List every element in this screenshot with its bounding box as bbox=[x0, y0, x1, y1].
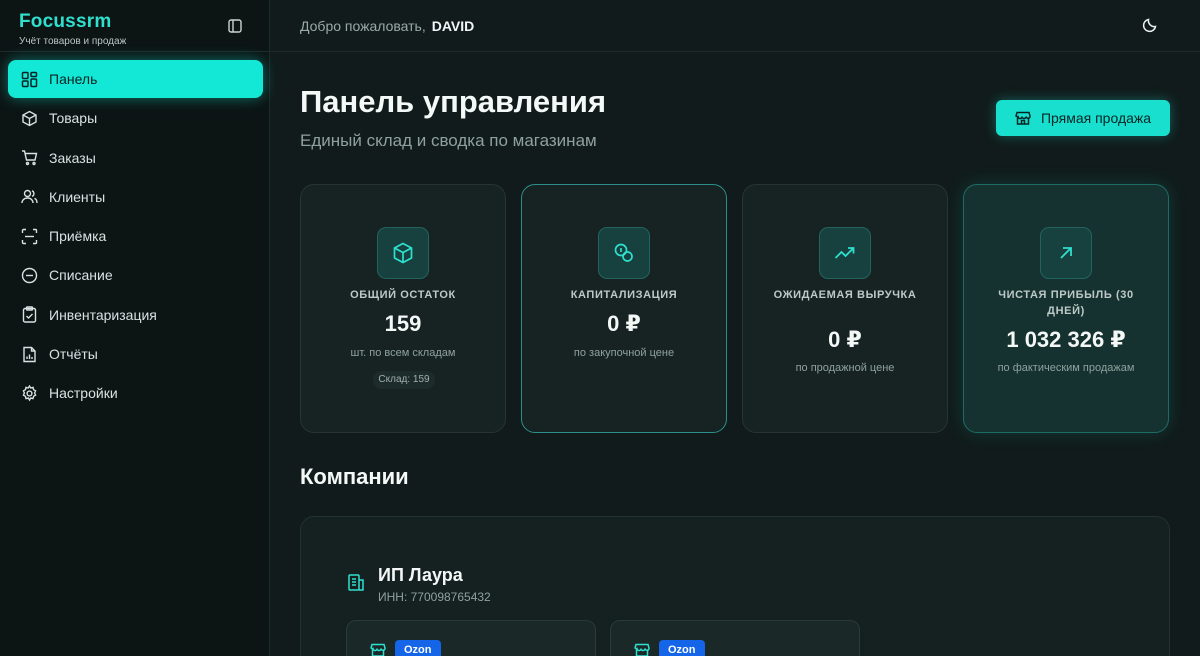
scan-icon bbox=[20, 227, 38, 245]
box-icon bbox=[377, 227, 429, 279]
store-icon bbox=[1015, 110, 1031, 126]
sidebar-item-orders[interactable]: Заказы bbox=[8, 139, 263, 177]
building-icon bbox=[346, 572, 366, 592]
sidebar-item-label: Отчёты bbox=[49, 346, 98, 363]
stat-label: КАПИТАЛИЗАЦИЯ bbox=[570, 289, 678, 301]
stat-note: по закупочной цене bbox=[573, 347, 675, 359]
theme-toggle-button[interactable] bbox=[1142, 17, 1160, 35]
sidebar-nav: Панель Товары Заказы Клиенты Приёмка Спи… bbox=[8, 60, 263, 414]
gear-icon bbox=[20, 384, 38, 402]
page-subtitle: Единый склад и сводка по магазинам bbox=[300, 131, 597, 150]
store-card[interactable]: Ozon bbox=[346, 620, 596, 656]
warehouse-chip: Склад: 159 bbox=[373, 371, 435, 389]
arrow-up-right-icon bbox=[1040, 227, 1092, 279]
moon-icon bbox=[1142, 18, 1157, 33]
brand[interactable]: Focussrm Учёт товаров и продаж bbox=[19, 11, 126, 47]
sidebar-item-label: Приёмка bbox=[49, 228, 107, 245]
store-icon bbox=[370, 642, 386, 656]
app-subtitle: Учёт товаров и продаж bbox=[19, 36, 127, 47]
sidebar-item-clients[interactable]: Клиенты bbox=[8, 178, 263, 216]
stat-note: по фактическим продажам bbox=[997, 362, 1135, 374]
minus-circle-icon bbox=[20, 266, 38, 284]
marketplace-badge: Ozon bbox=[395, 640, 441, 656]
sidebar-item-inventory[interactable]: Инвентаризация bbox=[8, 296, 263, 334]
cart-icon bbox=[20, 149, 38, 167]
stat-value: 159 bbox=[384, 311, 422, 336]
stat-label: ОЖИДАЕМАЯ ВЫРУЧКА bbox=[773, 289, 917, 301]
sidebar-item-label: Настройки bbox=[49, 385, 118, 402]
direct-sale-label: Прямая продажа bbox=[1040, 110, 1152, 126]
stat-card-net-profit: ЧИСТАЯ ПРИБЫЛЬ (30 ДНЕЙ) 1 032 326 ₽ по … bbox=[963, 184, 1169, 433]
sidebar-item-label: Заказы bbox=[49, 149, 96, 166]
sidebar-item-settings[interactable]: Настройки bbox=[8, 374, 263, 412]
dashboard-icon bbox=[20, 70, 38, 88]
stat-label: ОБЩИЙ ОСТАТОК bbox=[350, 289, 456, 301]
stat-value: 0 ₽ bbox=[828, 327, 862, 352]
stat-label: ЧИСТАЯ ПРИБЫЛЬ (30 ДНЕЙ) bbox=[998, 289, 1134, 317]
coins-icon bbox=[598, 227, 650, 279]
report-icon bbox=[20, 345, 38, 363]
stat-card-capitalization: КАПИТАЛИЗАЦИЯ 0 ₽ по закупочной цене bbox=[521, 184, 727, 433]
sidebar-item-writeoff[interactable]: Списание bbox=[8, 256, 263, 294]
company-name[interactable]: ИП Лаура bbox=[378, 565, 463, 586]
direct-sale-button[interactable]: Прямая продажа bbox=[996, 100, 1170, 136]
trend-up-icon bbox=[819, 227, 871, 279]
store-card[interactable]: Ozon bbox=[610, 620, 860, 656]
app-name: Focussrm bbox=[19, 11, 112, 32]
clipboard-check-icon bbox=[20, 306, 38, 324]
store-icon bbox=[634, 642, 650, 656]
sidebar-item-label: Инвентаризация bbox=[49, 306, 157, 323]
box-icon bbox=[20, 109, 38, 127]
sidebar-item-label: Панель bbox=[49, 71, 98, 87]
sidebar-item-dashboard[interactable]: Панель bbox=[8, 60, 263, 98]
users-icon bbox=[20, 188, 38, 206]
sidebar: Focussrm Учёт товаров и продаж Панель То… bbox=[0, 0, 270, 656]
stat-card-total-stock: ОБЩИЙ ОСТАТОК 159 шт. по всем складам Ск… bbox=[300, 184, 506, 433]
stat-card-expected-revenue: ОЖИДАЕМАЯ ВЫРУЧКА 0 ₽ по продажной цене bbox=[742, 184, 948, 433]
page-title: Панель управления bbox=[300, 84, 607, 119]
stat-value: 1 032 326 ₽ bbox=[1006, 327, 1126, 352]
sidebar-item-products[interactable]: Товары bbox=[8, 99, 263, 137]
company-inn: ИНН: 770098765432 bbox=[378, 590, 491, 604]
sidebar-item-label: Клиенты bbox=[49, 188, 106, 205]
marketplace-badge: Ozon bbox=[659, 640, 705, 656]
sidebar-item-receiving[interactable]: Приёмка bbox=[8, 217, 263, 255]
stat-note: по продажной цене bbox=[795, 362, 895, 374]
stat-value: 0 ₽ bbox=[607, 311, 641, 336]
sidebar-toggle-icon bbox=[227, 18, 242, 33]
top-bar: Добро пожаловать, DAVID bbox=[270, 0, 1200, 52]
sidebar-item-label: Списание bbox=[49, 267, 113, 284]
sidebar-toggle-button[interactable] bbox=[226, 17, 243, 34]
user-name: DAVID bbox=[431, 18, 475, 34]
sidebar-divider bbox=[0, 51, 270, 52]
companies-heading: Компании bbox=[300, 464, 409, 489]
sidebar-item-label: Товары bbox=[49, 110, 98, 127]
stat-note: шт. по всем складам bbox=[350, 347, 456, 359]
welcome-message: Добро пожаловать, DAVID bbox=[300, 18, 474, 34]
sidebar-item-reports[interactable]: Отчёты bbox=[8, 335, 263, 373]
welcome-text: Добро пожаловать, bbox=[300, 18, 426, 34]
